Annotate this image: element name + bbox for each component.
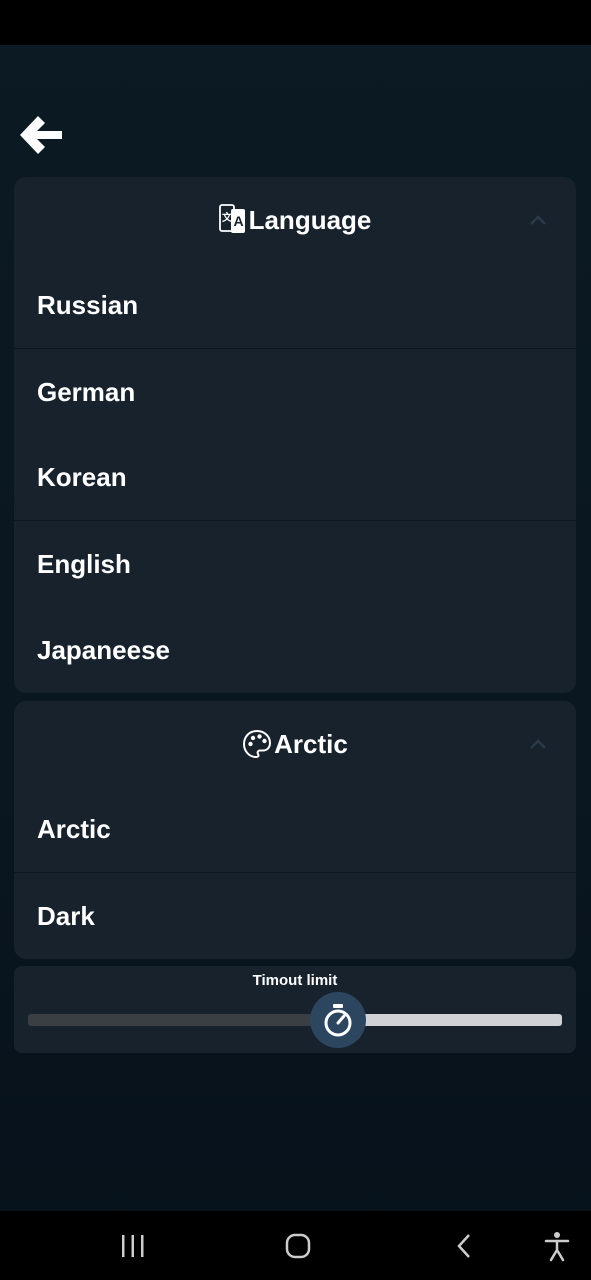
accessibility-button[interactable]: [540, 1229, 574, 1263]
language-card: 文 A Language Russian German Korean Engli…: [14, 177, 576, 693]
theme-item-dark[interactable]: Dark: [14, 873, 576, 959]
timeout-card: Timout limit: [14, 966, 576, 1053]
theme-header[interactable]: Arctic: [14, 701, 576, 787]
language-item-german[interactable]: German: [14, 349, 576, 435]
slider-track-empty[interactable]: [337, 1014, 562, 1026]
arrow-left-icon: [20, 116, 62, 154]
chevron-up-icon[interactable]: [528, 734, 548, 754]
theme-card: Arctic Arctic Dark: [14, 701, 576, 959]
chevron-left-icon: [457, 1234, 470, 1258]
system-nav-bar: [0, 1211, 591, 1280]
language-item-korean[interactable]: Korean: [14, 435, 576, 521]
slider-thumb[interactable]: [309, 992, 366, 1048]
translate-icon: 文 A: [218, 203, 247, 237]
back-button[interactable]: [14, 108, 68, 162]
theme-title-text: Arctic: [274, 728, 348, 759]
language-title: 文 A Language: [218, 203, 372, 237]
language-item-russian[interactable]: Russian: [14, 263, 576, 349]
home-icon: [285, 1233, 311, 1259]
language-item-japanese[interactable]: Japaneese: [14, 607, 576, 693]
palette-icon: [242, 729, 272, 759]
recent-apps-icon: [122, 1235, 144, 1257]
status-bar: [0, 0, 591, 45]
slider-track-filled[interactable]: [28, 1014, 338, 1026]
language-title-text: Language: [248, 204, 372, 235]
svg-text:A: A: [233, 213, 243, 229]
home-button[interactable]: [283, 1229, 313, 1263]
back-nav-button[interactable]: [450, 1229, 478, 1263]
language-header[interactable]: 文 A Language: [14, 177, 576, 263]
stopwatch-icon: [324, 1004, 352, 1037]
language-item-english[interactable]: English: [14, 521, 576, 607]
accessibility-icon: [544, 1232, 570, 1262]
theme-item-arctic[interactable]: Arctic: [14, 787, 576, 873]
timeout-label: Timout limit: [252, 972, 338, 989]
theme-title: Arctic: [242, 729, 348, 760]
chevron-up-icon[interactable]: [528, 210, 548, 230]
recent-apps-button[interactable]: [118, 1229, 148, 1263]
